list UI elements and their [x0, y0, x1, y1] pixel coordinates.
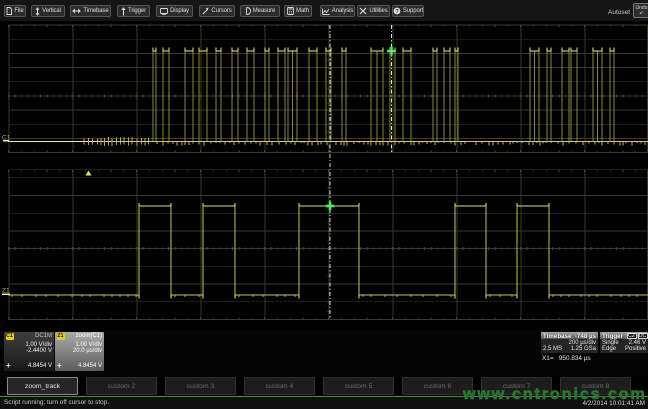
svg-text:?: ?: [395, 9, 398, 15]
svg-text:Z1: Z1: [2, 288, 10, 295]
